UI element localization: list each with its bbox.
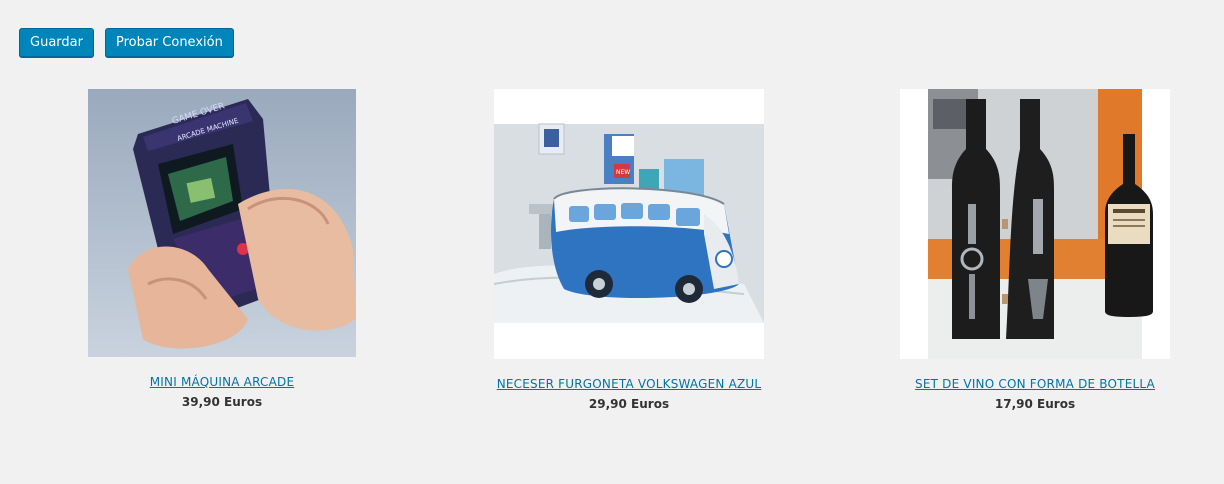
save-button[interactable]: Guardar	[19, 28, 94, 57]
product-link[interactable]: NECESER FURGONETA VOLKSWAGEN AZUL	[479, 377, 779, 391]
product-card: GAME OVER ARCADE MACHINE MINI MÁQUINA AR…	[72, 89, 372, 409]
product-price: 39,90 Euros	[181, 395, 263, 409]
bottle-label-text: NEW	[616, 169, 630, 176]
product-link[interactable]: MINI MÁQUINA ARCADE	[72, 375, 372, 389]
arcade-image: GAME OVER ARCADE MACHINE	[88, 89, 356, 357]
product-link[interactable]: SET DE VINO CON FORMA DE BOTELLA	[885, 377, 1185, 391]
product-card: NEW NECESER FURGONETA VOLKSWAGEN AZUL 29…	[479, 89, 779, 411]
product-image-vw-bag[interactable]: NEW	[494, 89, 764, 359]
toolbar: Guardar Probar Conexión	[19, 28, 234, 57]
product-price: 29,90 Euros	[588, 397, 670, 411]
product-price: 17,90 Euros	[994, 397, 1076, 411]
wine-set-image	[900, 89, 1170, 359]
product-card: SET DE VINO CON FORMA DE BOTELLA 17,90 E…	[885, 89, 1185, 411]
test-connection-button[interactable]: Probar Conexión	[104, 28, 234, 57]
vw-bag-image: NEW	[494, 89, 764, 359]
plugin-settings-page: Guardar Probar Conexión GAME OVER ARCADE…	[0, 0, 1224, 484]
product-image-wine-set[interactable]	[900, 89, 1170, 359]
product-image-arcade[interactable]: GAME OVER ARCADE MACHINE	[88, 89, 356, 357]
